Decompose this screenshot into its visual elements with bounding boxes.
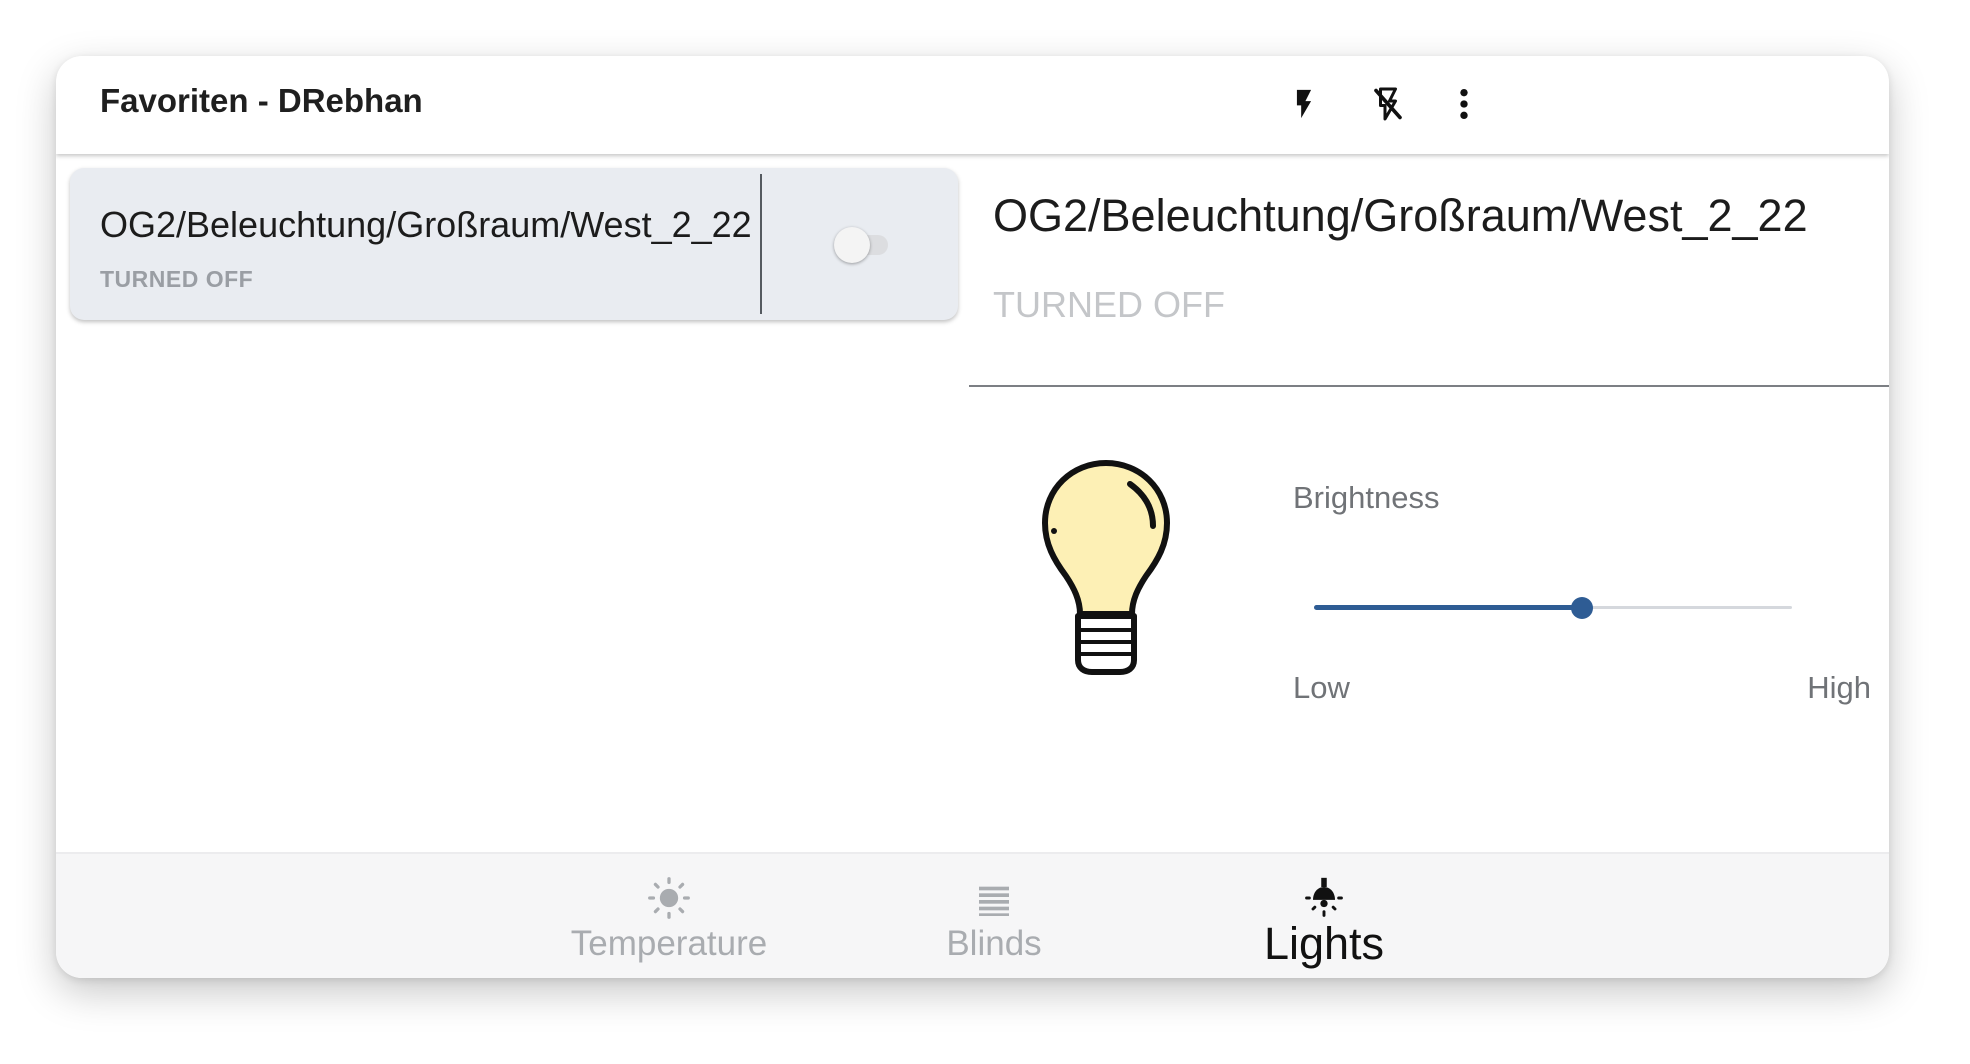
more-vertical-icon[interactable] [1434, 74, 1494, 134]
list-item[interactable]: OG2/Beleuchtung/Großraum/West_2_22 TURNE… [70, 168, 958, 320]
tab-blinds[interactable]: Blinds [914, 854, 1074, 978]
bottom-navigation: Temperature Blinds Lights [56, 852, 1889, 978]
flash-icon[interactable] [1274, 74, 1334, 134]
app-bar: Favoriten - DRebhan [56, 56, 1889, 154]
detail-title: OG2/Beleuchtung/Großraum/West_2_22 [993, 190, 1808, 241]
light-toggle[interactable] [834, 226, 890, 264]
brightness-low-label: Low [1293, 670, 1350, 705]
brightness-high-label: High [1807, 670, 1871, 705]
blinds-icon [974, 866, 1014, 920]
tab-temperature-label: Temperature [570, 924, 768, 963]
detail-status: TURNED OFF [993, 284, 1225, 325]
list-item-divider [760, 174, 762, 314]
tab-lights[interactable]: Lights [1244, 854, 1404, 978]
sun-icon [647, 866, 691, 920]
list-item-title: OG2/Beleuchtung/Großraum/West_2_22 [100, 204, 752, 245]
tab-temperature[interactable]: Temperature [554, 854, 784, 978]
lightbulb-icon [1042, 460, 1170, 675]
brightness-slider[interactable] [1314, 588, 1792, 628]
slider-active-track [1314, 605, 1582, 610]
slider-thumb[interactable] [1570, 597, 1593, 619]
list-item-status: TURNED OFF [100, 266, 254, 292]
tab-lights-label: Lights [1263, 918, 1385, 969]
tab-blinds-label: Blinds [946, 924, 1042, 963]
toggle-thumb [834, 227, 870, 263]
brightness-label: Brightness [1293, 480, 1440, 515]
light-icon [1300, 866, 1348, 920]
flash-off-icon[interactable] [1358, 74, 1418, 134]
detail-divider [969, 385, 1889, 387]
app-window: Favoriten - DRebhan OG2/Beleuchtung/Groß… [56, 56, 1889, 978]
page-title: Favoriten - DRebhan [100, 82, 423, 119]
